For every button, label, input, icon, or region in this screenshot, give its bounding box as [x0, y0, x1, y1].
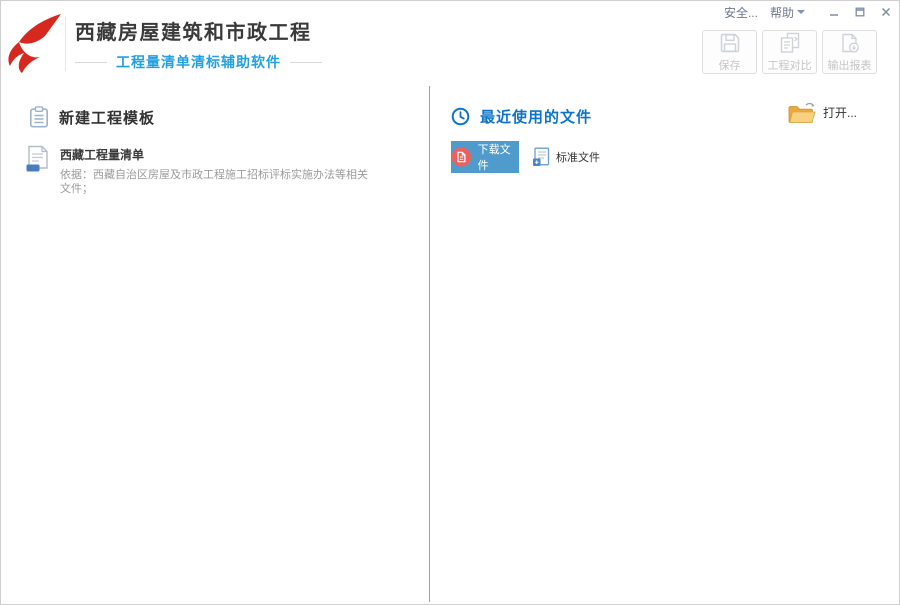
template-item-tibet-boq[interactable]: 西藏工程量清单 依据：西藏自治区房屋及市政工程施工招标评标实施办法等相关文件；	[25, 145, 429, 197]
new-template-title: 新建工程模板	[59, 107, 155, 128]
chevron-down-icon	[797, 10, 805, 15]
save-floppy-icon	[719, 32, 741, 54]
subtitle-line-left	[75, 62, 107, 63]
template-description: 依据：西藏自治区房屋及市政工程施工招标评标实施办法等相关文件；	[60, 168, 370, 197]
minimize-button[interactable]	[821, 2, 847, 22]
app-subtitle: 工程量清单清标辅助软件	[75, 52, 322, 72]
output-report-label: 输出报表	[828, 57, 872, 73]
output-report-button[interactable]: 输出报表	[822, 30, 877, 74]
project-compare-label: 工程对比	[768, 57, 812, 73]
maximize-icon	[855, 7, 865, 17]
template-doc-icon	[25, 145, 51, 173]
menu-help-label: 帮助	[770, 4, 794, 21]
recent-files-panel: 最近使用的文件 打开...	[430, 86, 899, 604]
save-label: 保存	[719, 57, 741, 73]
app-title: 西藏房屋建筑和市政工程	[75, 16, 322, 45]
project-compare-button[interactable]: 工程对比	[762, 30, 817, 74]
toolbar: 保存 工程对比 输出报表	[702, 30, 877, 74]
open-file-button[interactable]: 打开...	[788, 101, 857, 124]
tab-standard-files[interactable]: 标准文件	[532, 147, 600, 167]
open-file-label: 打开...	[823, 104, 857, 121]
title-block: 西藏房屋建筑和市政工程 工程量清单清标辅助软件	[75, 16, 322, 72]
save-button[interactable]: 保存	[702, 30, 757, 74]
clipboard-icon	[29, 106, 49, 128]
menu-security[interactable]: 安全...	[718, 2, 764, 23]
app-window: 安全... 帮助 西藏房屋建筑和市政工程	[0, 0, 900, 605]
standard-file-icon	[532, 147, 550, 167]
new-template-panel: 新建工程模板 西藏工程量清单 依据：西藏自治区房屋及市政工程施工招标评标实施办法…	[1, 86, 429, 604]
menu-help[interactable]: 帮助	[764, 2, 811, 23]
maximize-button[interactable]	[847, 2, 873, 22]
titlebar: 安全... 帮助	[718, 1, 899, 23]
tab-standard-label: 标准文件	[556, 149, 600, 165]
app-logo-icon	[5, 12, 63, 74]
app-subtitle-text: 工程量清单清标辅助软件	[116, 52, 281, 72]
close-icon	[881, 7, 891, 17]
compare-doc-icon	[779, 32, 801, 54]
template-name: 西藏工程量清单	[60, 146, 370, 163]
open-folder-icon	[788, 101, 816, 124]
downloaded-file-icon	[451, 146, 472, 168]
tab-downloaded-label: 下载文件	[478, 141, 519, 173]
close-button[interactable]	[873, 2, 899, 22]
recent-files-title: 最近使用的文件	[480, 106, 592, 127]
clock-icon	[451, 107, 470, 126]
template-text: 西藏工程量清单 依据：西藏自治区房屋及市政工程施工招标评标实施办法等相关文件；	[60, 145, 370, 197]
recent-file-tabs: 下载文件 标准文件	[451, 141, 600, 173]
menu-security-label: 安全...	[724, 4, 758, 21]
new-template-header: 新建工程模板	[29, 106, 429, 128]
subtitle-line-right	[290, 62, 322, 63]
main-content: 新建工程模板 西藏工程量清单 依据：西藏自治区房屋及市政工程施工招标评标实施办法…	[1, 86, 899, 604]
logo-divider	[65, 17, 66, 71]
tab-downloaded-files[interactable]: 下载文件	[451, 141, 519, 173]
export-report-icon	[839, 32, 861, 54]
minimize-icon	[829, 7, 839, 17]
window-controls	[821, 2, 899, 22]
